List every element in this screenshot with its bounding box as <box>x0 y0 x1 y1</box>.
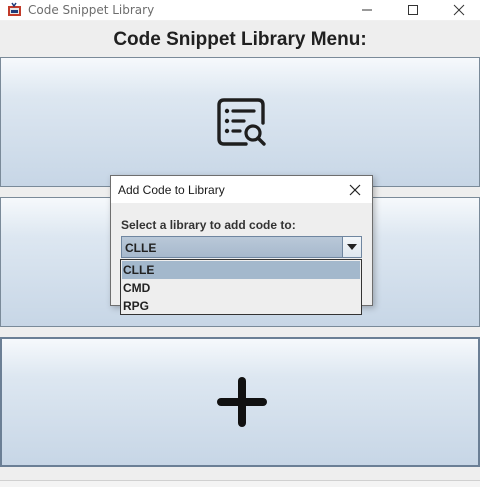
minimize-button[interactable] <box>344 0 390 20</box>
dialog-close-button[interactable] <box>347 182 363 198</box>
main-window: Code Snippet Library Code Snippet Librar… <box>0 0 480 487</box>
close-button[interactable] <box>436 0 480 20</box>
dropdown-option-rpg[interactable]: RPG <box>122 297 360 315</box>
view-list-search-icon <box>216 97 268 153</box>
maximize-button[interactable] <box>390 0 436 20</box>
java-cup-icon <box>7 2 22 17</box>
dropdown-arrow-button[interactable] <box>342 237 361 257</box>
window-titlebar[interactable]: Code Snippet Library <box>0 0 480 21</box>
view-library-button[interactable] <box>0 57 480 187</box>
close-icon <box>453 4 465 16</box>
bottom-edge <box>0 480 480 487</box>
chevron-down-icon <box>347 244 357 250</box>
combobox-selected-value: CLLE <box>125 241 157 255</box>
dropdown-option-cmd[interactable]: CMD <box>122 279 360 297</box>
library-select-label: Select a library to add code to: <box>121 218 296 232</box>
library-combobox[interactable]: CLLE <box>121 236 362 258</box>
dialog-titlebar[interactable]: Add Code to Library <box>111 176 372 203</box>
page-title: Code Snippet Library Menu: <box>113 29 367 50</box>
add-code-button[interactable] <box>0 337 480 467</box>
maximize-icon <box>408 5 418 15</box>
minimize-icon <box>362 9 372 11</box>
library-dropdown-list: CLLE CMD RPG <box>120 259 362 315</box>
dropdown-option-clle[interactable]: CLLE <box>122 261 360 279</box>
add-plus-icon <box>217 377 267 431</box>
dialog-title: Add Code to Library <box>118 183 225 197</box>
close-icon <box>349 184 361 196</box>
window-title: Code Snippet Library <box>28 3 155 17</box>
